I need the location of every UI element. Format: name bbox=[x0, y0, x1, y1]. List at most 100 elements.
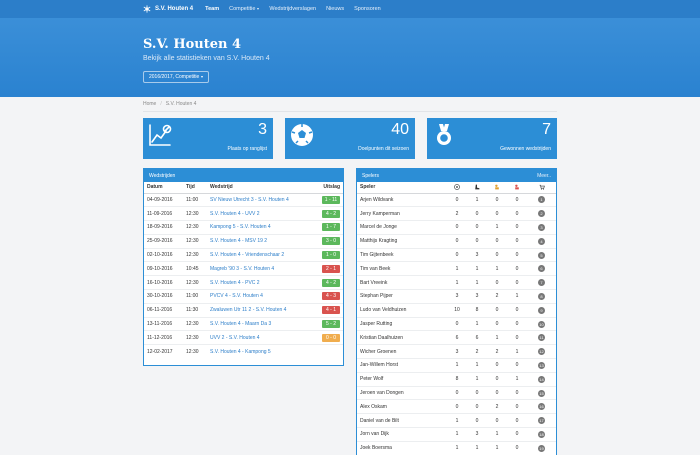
player-assists: 8 bbox=[467, 302, 487, 318]
player-assists: 1 bbox=[467, 358, 487, 373]
rank-badge: 9 bbox=[538, 306, 545, 314]
rank-badge: 4 bbox=[538, 237, 545, 245]
player-yellow: 2 bbox=[487, 289, 507, 304]
player-red: 0 bbox=[507, 275, 527, 290]
match-time: 12:30 bbox=[183, 275, 207, 290]
nav-sponsoren[interactable]: Sponsoren bbox=[354, 6, 381, 12]
table-row: 04-09-2016 11:00 SV Nieuw Utrecht 3 - S.V.… bbox=[144, 192, 343, 207]
player-rank-cell: 11 bbox=[527, 330, 556, 345]
stat-label: Plaats op ranglijst bbox=[227, 146, 267, 152]
player-red: 1 bbox=[507, 289, 527, 304]
match-link[interactable]: UVV 2 - S.V. Houten 4 bbox=[207, 330, 313, 345]
table-row: 30-10-2016 11:00 PVCV 4 - S.V. Houten 4 4 -… bbox=[144, 289, 343, 304]
column-header[interactable]: Speler bbox=[357, 182, 447, 194]
player-assists: 1 bbox=[467, 275, 487, 290]
match-time: 12:30 bbox=[183, 330, 207, 345]
breadcrumb: Home / S.V. Houten 4 bbox=[143, 101, 196, 107]
player-goals: 0 bbox=[447, 233, 467, 249]
cart-icon bbox=[539, 184, 545, 190]
match-link[interactable]: Magreb '90 3 - S.V. Houten 4 bbox=[207, 261, 313, 276]
match-link[interactable]: PVCV 4 - S.V. Houten 4 bbox=[207, 289, 313, 304]
result-badge: 1 - 11 bbox=[322, 195, 340, 204]
table-row: Alex Oskam 0 0 2 0 16 bbox=[357, 399, 556, 414]
match-result-cell: 3 - 0 bbox=[313, 233, 343, 249]
player-yellow: 0 bbox=[487, 358, 507, 373]
match-time: 11:30 bbox=[183, 302, 207, 318]
player-red: 0 bbox=[507, 427, 527, 442]
match-link[interactable]: Zwaluwen Utr 11 2 - S.V. Houten 4 bbox=[207, 302, 313, 318]
table-row: Bart Vreeink 1 1 0 0 7 bbox=[357, 275, 556, 290]
nav-wedstrijdverslagen[interactable]: Wedstrijdverslagen bbox=[269, 6, 316, 12]
panel-title: Wedstrijden bbox=[149, 172, 176, 179]
table-row: Jan-Willem Horst 1 1 0 0 13 bbox=[357, 358, 556, 373]
player-goals: 1 bbox=[447, 358, 467, 373]
player-goals: 0 bbox=[447, 399, 467, 414]
stat-card-goals: 40 Doelpunten dit seizoen bbox=[285, 118, 415, 159]
player-yellow: 0 bbox=[487, 413, 507, 428]
breadcrumb-home[interactable]: Home bbox=[143, 101, 156, 107]
column-header-yellow[interactable] bbox=[487, 182, 507, 194]
player-name: Jeroen van Dongen bbox=[357, 385, 447, 400]
match-link[interactable]: S.V. Houten 4 - Kampong 5 bbox=[207, 344, 313, 359]
column-header-cart[interactable] bbox=[527, 182, 556, 194]
player-yellow: 0 bbox=[487, 192, 507, 207]
match-link[interactable]: Kampong 5 - S.V. Houten 4 bbox=[207, 220, 313, 235]
result-badge: 4 - 2 bbox=[322, 209, 340, 218]
result-badge: 4 - 3 bbox=[322, 292, 340, 301]
page-subtitle: Bekijk alle statistieken van S.V. Houten… bbox=[143, 55, 270, 62]
nav-team[interactable]: Team bbox=[205, 6, 219, 12]
match-date: 25-09-2016 bbox=[144, 233, 183, 249]
match-time: 12:30 bbox=[183, 247, 207, 262]
player-red: 0 bbox=[507, 261, 527, 276]
brand-link[interactable]: S.V. Houten 4 bbox=[143, 5, 193, 13]
boot-icon bbox=[475, 184, 480, 190]
match-result-cell bbox=[313, 344, 343, 359]
player-assists: 0 bbox=[467, 413, 487, 428]
result-badge: 4 - 1 bbox=[322, 306, 340, 315]
match-time: 10:45 bbox=[183, 261, 207, 276]
match-result-cell: 5 - 2 bbox=[313, 316, 343, 331]
player-assists: 0 bbox=[467, 385, 487, 400]
panel-title: Spelers bbox=[362, 172, 379, 179]
table-row: 12-02-2017 12:30 S.V. Houten 4 - Kampong 5 bbox=[144, 344, 343, 359]
nav-competitie[interactable]: Competitie bbox=[229, 6, 260, 12]
player-yellow: 0 bbox=[487, 371, 507, 387]
season-dropdown-button[interactable]: 2016/2017, Competitie bbox=[143, 71, 210, 83]
column-header-red[interactable] bbox=[507, 182, 527, 194]
match-link[interactable]: S.V. Houten 4 - Maarn Da 3 bbox=[207, 316, 313, 331]
match-time: 11:00 bbox=[183, 192, 207, 207]
player-assists: 3 bbox=[467, 247, 487, 262]
match-result-cell: 4 - 1 bbox=[313, 302, 343, 318]
column-header-assists[interactable] bbox=[467, 182, 487, 194]
player-name: Wicher Groenen bbox=[357, 344, 447, 359]
table-row: 16-10-2016 12:30 S.V. Houten 4 - PVC 2 4 - … bbox=[144, 275, 343, 290]
match-link[interactable]: S.V. Houten 4 - Vriendenschaar 2 bbox=[207, 247, 313, 262]
player-rank-cell: 5 bbox=[527, 247, 556, 262]
player-red: 0 bbox=[507, 302, 527, 318]
nav-nieuws[interactable]: Nieuws bbox=[326, 6, 344, 12]
player-name: Bart Vreeink bbox=[357, 275, 447, 290]
match-link[interactable]: S.V. Houten 4 - PVC 2 bbox=[207, 275, 313, 290]
rank-badge: 13 bbox=[538, 361, 545, 369]
more-button[interactable]: Meer.. bbox=[537, 173, 551, 179]
player-name: Marcel de Jonge bbox=[357, 220, 447, 235]
match-link[interactable]: SV Nieuw Utrecht 3 - S.V. Houten 4 bbox=[207, 192, 313, 207]
column-header[interactable]: Wedstrijd bbox=[207, 182, 313, 194]
match-link[interactable]: S.V. Houten 4 - MSV 19 2 bbox=[207, 233, 313, 249]
player-red: 0 bbox=[507, 316, 527, 331]
column-header[interactable]: Uitslag bbox=[313, 182, 343, 194]
player-red: 0 bbox=[507, 233, 527, 249]
match-date: 30-10-2016 bbox=[144, 289, 183, 304]
player-goals: 0 bbox=[447, 220, 467, 235]
player-assists: 6 bbox=[467, 330, 487, 345]
matches-table: Datum Tijd Wedstrijd Uitslag 04-09-2016 1… bbox=[144, 182, 343, 359]
column-header-goals[interactable] bbox=[447, 182, 467, 194]
column-header[interactable]: Tijd bbox=[183, 182, 207, 194]
player-rank-cell: 17 bbox=[527, 413, 556, 428]
breadcrumb-current: S.V. Houten 4 bbox=[165, 101, 197, 107]
rank-badge: 7 bbox=[538, 279, 545, 287]
player-rank-cell: 3 bbox=[527, 220, 556, 235]
column-header[interactable]: Datum bbox=[144, 182, 183, 194]
match-date: 12-02-2017 bbox=[144, 344, 183, 359]
match-link[interactable]: S.V. Houten 4 - UVV 2 bbox=[207, 206, 313, 221]
